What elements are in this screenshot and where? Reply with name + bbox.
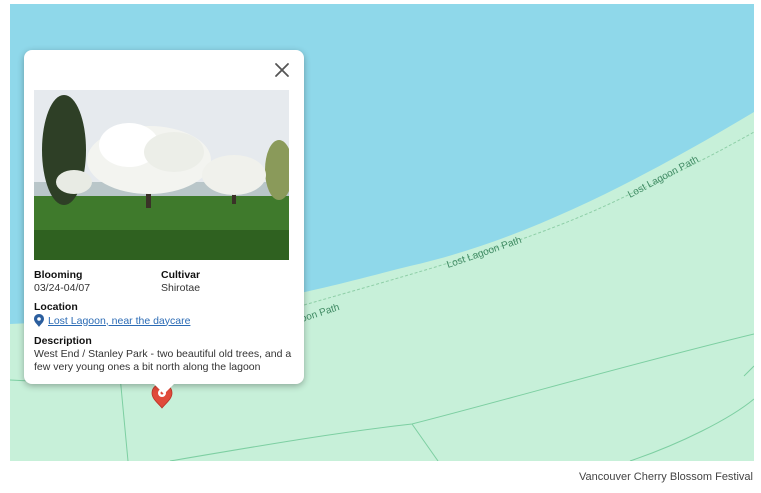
- map-path: [411, 423, 439, 461]
- info-popup: Blooming 03/24-04/07 Cultivar Shirotae L…: [24, 50, 304, 394]
- map-path: [119, 375, 129, 461]
- description-text: West End / Stanley Park - two beautiful …: [34, 348, 292, 373]
- map-path: [743, 365, 754, 377]
- description-label: Description: [34, 335, 92, 347]
- map-caption: Vancouver Cherry Blossom Festival: [578, 471, 753, 483]
- map-pin-icon: [34, 314, 44, 327]
- cherry-tree-photo: [34, 90, 289, 260]
- cultivar-value: Shirotae: [161, 282, 201, 294]
- close-icon[interactable]: [273, 61, 291, 79]
- location-label: Location: [34, 301, 78, 313]
- location-link[interactable]: Lost Lagoon, near the daycare: [48, 315, 190, 327]
- map-path: [629, 398, 754, 461]
- cultivar-label: Cultivar: [161, 269, 201, 281]
- location-row: Lost Lagoon, near the daycare: [34, 314, 190, 327]
- blooming-value: 03/24-04/07: [34, 282, 91, 294]
- blooming-label: Blooming: [34, 269, 83, 281]
- path-label: oon Path: [300, 302, 341, 325]
